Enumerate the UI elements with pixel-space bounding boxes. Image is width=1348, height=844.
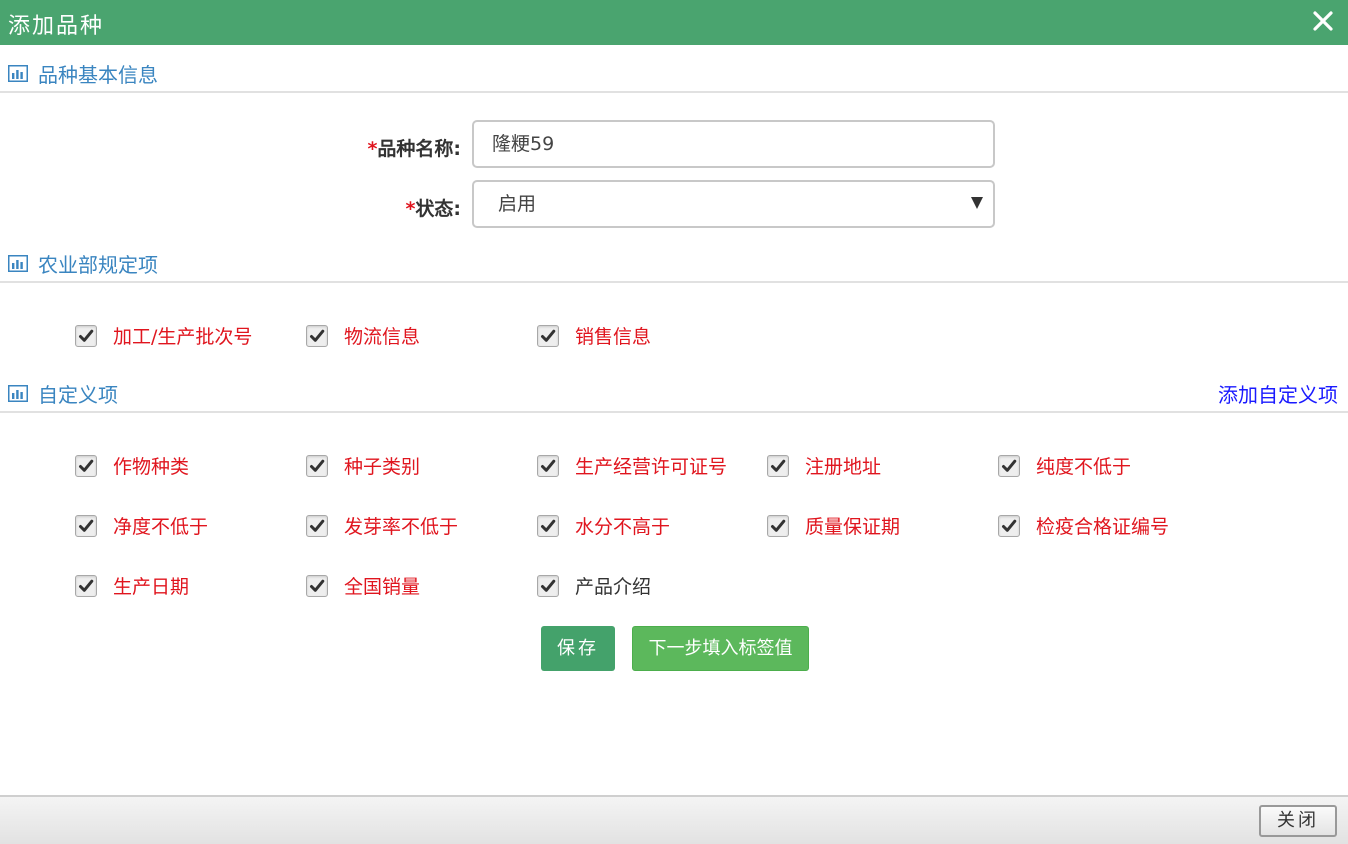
checkbox-label: 生产日期 xyxy=(113,576,190,598)
status-select[interactable]: 启用 xyxy=(472,180,995,228)
checkbox-label: 质量保证期 xyxy=(805,516,901,538)
checkmark-icon xyxy=(541,579,556,592)
checkmark-icon xyxy=(1002,519,1017,532)
checkmark-icon xyxy=(771,459,786,472)
dialog-footer: 关闭 xyxy=(0,795,1348,844)
close-button[interactable]: 关闭 xyxy=(1259,805,1337,837)
checkmark-icon xyxy=(79,579,94,592)
add-custom-item-link[interactable]: 添加自定义项 xyxy=(1218,379,1338,408)
next-step-button[interactable]: 下一步填入标签值 xyxy=(632,626,809,671)
checkbox-label: 作物种类 xyxy=(113,456,190,478)
section-title: 品种基本信息 xyxy=(38,63,158,87)
section-ministry: 农业部规定项 xyxy=(0,245,1348,283)
checkbox-label: 检疫合格证编号 xyxy=(1036,516,1170,538)
dialog-titlebar: 添加品种 xyxy=(0,0,1348,45)
checkbox-label: 生产经营许可证号 xyxy=(575,456,728,478)
checkbox-label: 注册地址 xyxy=(805,456,882,478)
required-mark: * xyxy=(405,198,416,220)
checkbox[interactable] xyxy=(767,515,789,537)
required-mark: * xyxy=(367,138,378,160)
checkmark-icon xyxy=(79,329,94,342)
variety-name-input[interactable]: 隆粳59 xyxy=(472,120,995,168)
bar-chart-icon xyxy=(8,385,28,402)
checkbox[interactable] xyxy=(75,325,97,347)
checkmark-icon xyxy=(79,459,94,472)
checkbox[interactable] xyxy=(998,515,1020,537)
checkmark-icon xyxy=(310,579,325,592)
variety-name-label: *品种名称: xyxy=(367,138,461,160)
section-basic-info: 品种基本信息 xyxy=(0,55,1348,93)
checkbox-label: 种子类别 xyxy=(344,456,421,478)
bar-chart-icon xyxy=(8,65,28,82)
bar-chart-icon xyxy=(8,255,28,272)
checkmark-icon xyxy=(1002,459,1017,472)
checkmark-icon xyxy=(541,519,556,532)
checkbox-label: 物流信息 xyxy=(344,326,421,348)
section-title: 自定义项 xyxy=(38,383,118,407)
checkmark-icon xyxy=(310,459,325,472)
chevron-down-icon xyxy=(971,197,983,209)
checkbox[interactable] xyxy=(537,455,559,477)
status-selected-value: 启用 xyxy=(498,193,537,215)
checkbox-label: 发芽率不低于 xyxy=(344,516,459,538)
save-button[interactable]: 保存 xyxy=(541,626,615,671)
checkbox[interactable] xyxy=(306,575,328,597)
close-icon[interactable] xyxy=(1310,6,1336,36)
checkbox-label: 净度不低于 xyxy=(113,516,209,538)
checkmark-icon xyxy=(310,329,325,342)
checkbox[interactable] xyxy=(75,515,97,537)
status-label: *状态: xyxy=(405,198,461,220)
checkbox-label: 产品介绍 xyxy=(575,576,652,598)
checkmark-icon xyxy=(79,519,94,532)
checkmark-icon xyxy=(541,329,556,342)
checkbox[interactable] xyxy=(306,455,328,477)
checkbox[interactable] xyxy=(537,575,559,597)
checkbox[interactable] xyxy=(306,515,328,537)
checkmark-icon xyxy=(310,519,325,532)
checkbox-label: 销售信息 xyxy=(575,326,652,348)
section-custom: 自定义项 添加自定义项 xyxy=(0,375,1348,413)
checkbox-label: 加工/生产批次号 xyxy=(113,326,253,348)
checkbox-label: 纯度不低于 xyxy=(1036,456,1132,478)
checkbox[interactable] xyxy=(998,455,1020,477)
checkbox-label: 水分不高于 xyxy=(575,516,671,538)
checkbox[interactable] xyxy=(75,455,97,477)
checkbox[interactable] xyxy=(75,575,97,597)
checkmark-icon xyxy=(541,459,556,472)
section-title: 农业部规定项 xyxy=(38,253,158,277)
checkbox[interactable] xyxy=(306,325,328,347)
checkbox[interactable] xyxy=(537,325,559,347)
checkbox[interactable] xyxy=(537,515,559,537)
checkmark-icon xyxy=(771,519,786,532)
checkbox-label: 全国销量 xyxy=(344,576,421,598)
dialog-title: 添加品种 xyxy=(8,14,105,39)
checkbox[interactable] xyxy=(767,455,789,477)
